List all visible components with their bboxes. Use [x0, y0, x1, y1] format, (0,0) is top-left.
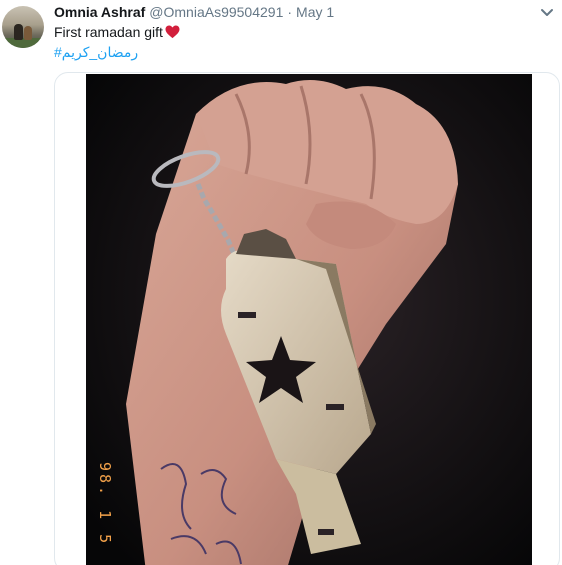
tweet[interactable]: Omnia Ashraf @OmniaAs99504291 · May 1 Fi…	[0, 0, 562, 565]
tweet-date[interactable]: May 1	[296, 4, 334, 20]
red-heart-emoji-icon	[165, 25, 180, 39]
author-name[interactable]: Omnia Ashraf	[54, 4, 145, 20]
photo-illustration	[86, 74, 532, 565]
tweet-header: Omnia Ashraf @OmniaAs99504291 · May 1	[54, 4, 334, 22]
hashtag-link[interactable]: #رمضان_كريم	[54, 44, 138, 61]
tweet-photo[interactable]: 98. 1 5	[86, 74, 532, 565]
avatar-figure	[24, 26, 32, 40]
avatar-ground	[2, 38, 44, 48]
media-container: 98. 1 5	[54, 72, 560, 565]
author-handle[interactable]: @OmniaAs99504291	[149, 4, 283, 20]
tweet-text-content: First ramadan gift	[54, 24, 163, 40]
chevron-down-icon[interactable]	[540, 8, 554, 18]
tweet-text: First ramadan gift	[54, 24, 180, 40]
avatar[interactable]	[2, 6, 44, 48]
photo-date-stamp: 98. 1 5	[96, 462, 114, 547]
avatar-figure	[14, 24, 23, 40]
separator-dot: ·	[287, 4, 293, 20]
